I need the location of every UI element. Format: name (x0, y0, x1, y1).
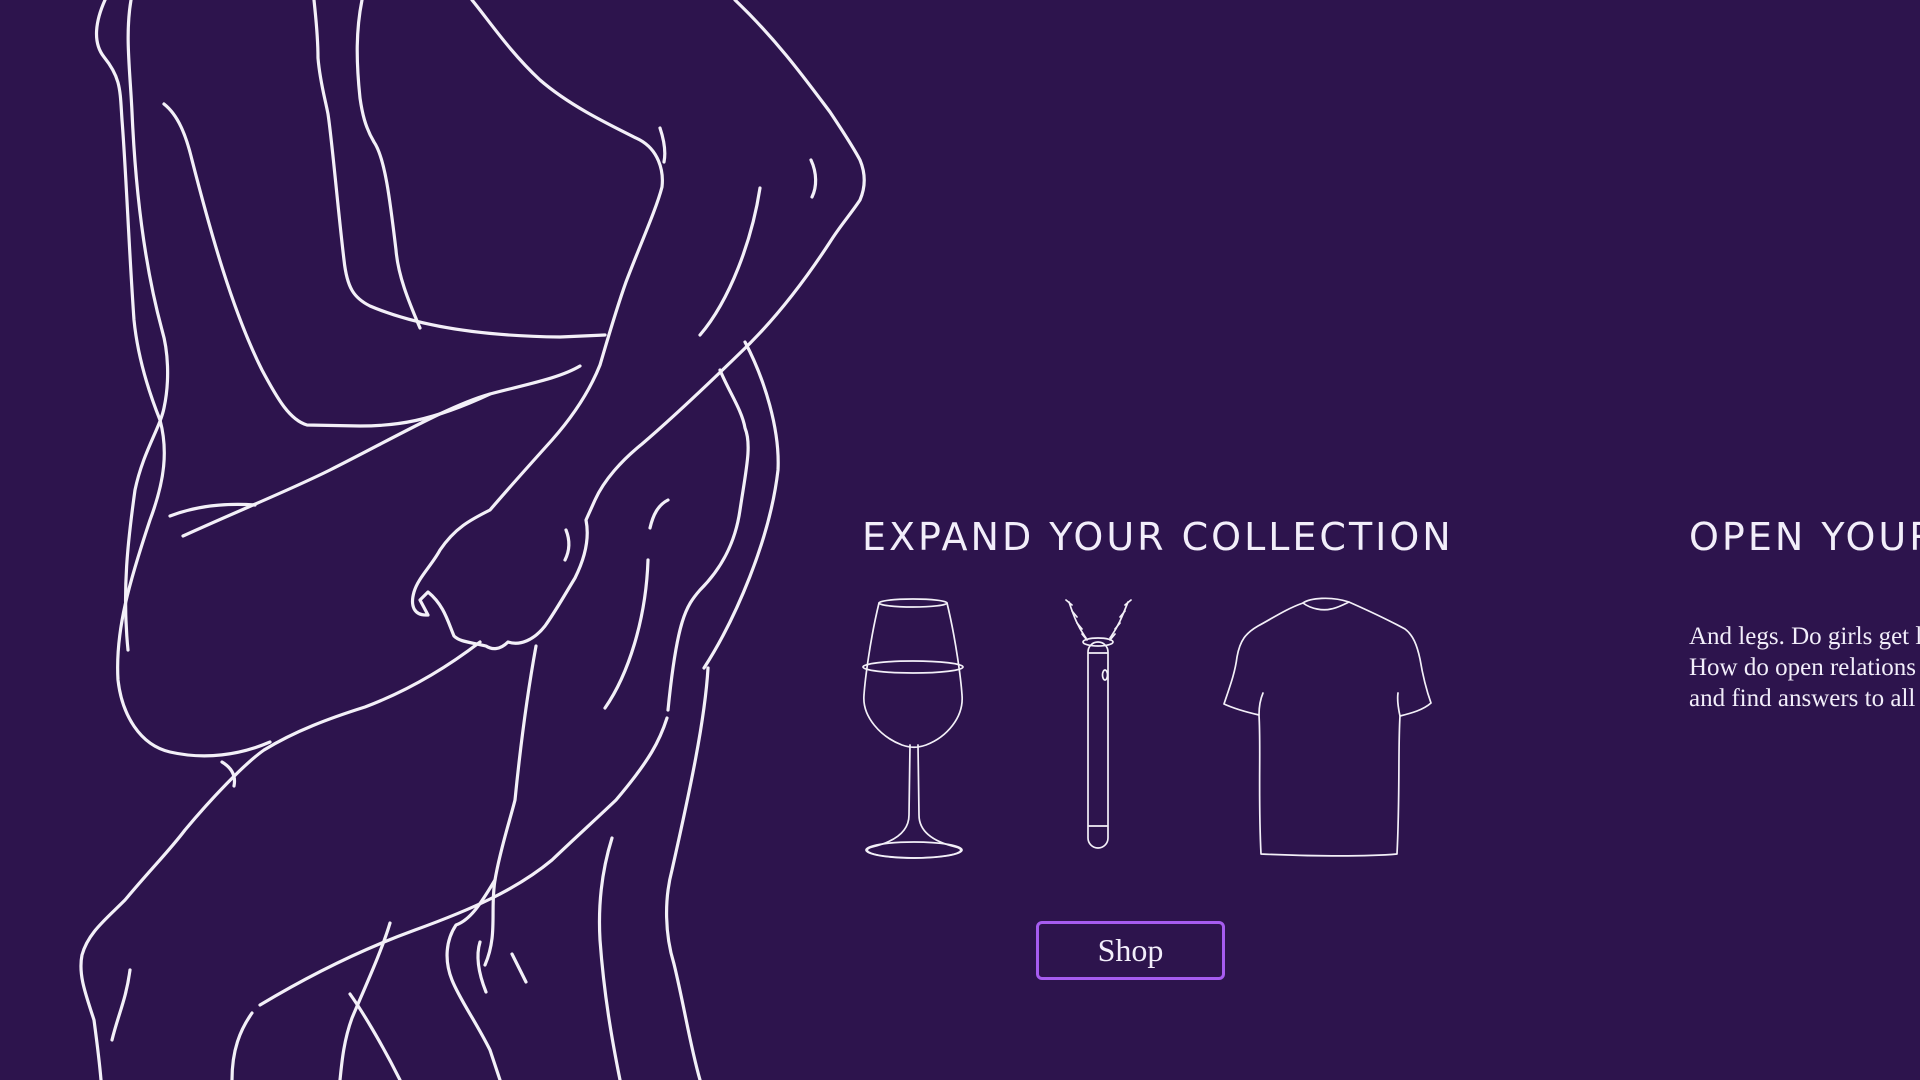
wine-glass-icon (862, 598, 964, 859)
collection-heading: EXPAND YOUR COLLECTION (862, 515, 1454, 559)
necklace-icon (1065, 599, 1132, 849)
relationships-heading: OPEN YOUR (1689, 515, 1920, 559)
landing-page: EXPAND YOUR COLLECTION Shop OPEN YOUR An… (0, 0, 1920, 1080)
relationships-text-line-1: And legs. Do girls get l (1689, 623, 1920, 650)
relationships-text: And legs. Do girls get l How do open rel… (1689, 621, 1920, 714)
relationships-text-line-2: How do open relations (1689, 654, 1917, 681)
t-shirt-product[interactable] (1215, 595, 1440, 865)
wine-glass-product[interactable] (855, 595, 975, 865)
t-shirt-icon (1223, 597, 1432, 857)
shop-button[interactable]: Shop (1036, 921, 1225, 980)
relationships-text-line-3: and find answers to all (1689, 685, 1916, 712)
necklace-product[interactable] (1064, 595, 1134, 865)
